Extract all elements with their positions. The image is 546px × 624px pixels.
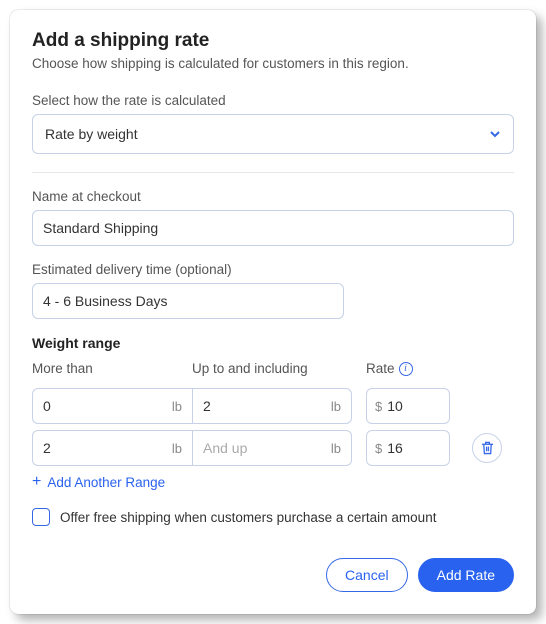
free-shipping-label: Offer free shipping when customers purch… <box>60 510 436 525</box>
range-header: More than Up to and including Rate i <box>32 361 514 382</box>
to-input[interactable] <box>193 431 331 465</box>
modal-footer: Cancel Add Rate <box>32 558 514 592</box>
unit-label: lb <box>172 441 192 456</box>
delete-range-button[interactable] <box>472 433 502 463</box>
from-input[interactable] <box>33 431 172 465</box>
rate-input[interactable] <box>387 389 441 423</box>
rate-field[interactable]: $ <box>366 430 450 466</box>
from-field[interactable]: lb <box>32 430 192 466</box>
name-input[interactable] <box>32 210 514 246</box>
free-shipping-checkbox[interactable] <box>32 508 50 526</box>
eta-input[interactable] <box>32 283 344 319</box>
currency-label: $ <box>375 399 382 414</box>
calc-select[interactable]: Rate by weight <box>32 114 514 154</box>
free-shipping-option[interactable]: Offer free shipping when customers purch… <box>32 508 514 526</box>
rate-field[interactable]: $ <box>366 388 450 424</box>
name-label: Name at checkout <box>32 189 514 204</box>
chevron-down-icon <box>489 128 501 140</box>
cancel-button[interactable]: Cancel <box>326 558 408 592</box>
to-field[interactable]: lb <box>192 430 352 466</box>
more-than-label: More than <box>32 361 192 376</box>
unit-label: lb <box>172 399 192 414</box>
from-field[interactable]: lb <box>32 388 192 424</box>
eta-label: Estimated delivery time (optional) <box>32 262 514 277</box>
up-to-label: Up to and including <box>192 361 366 376</box>
add-rate-button[interactable]: Add Rate <box>418 558 514 592</box>
rate-input[interactable] <box>387 431 441 465</box>
from-input[interactable] <box>33 389 172 423</box>
shipping-rate-modal: Add a shipping rate Choose how shipping … <box>10 10 536 614</box>
plus-icon: + <box>32 474 41 490</box>
trash-icon <box>481 441 494 455</box>
to-field[interactable]: lb <box>192 388 352 424</box>
calc-select-value: Rate by weight <box>45 126 138 142</box>
modal-subtitle: Choose how shipping is calculated for cu… <box>32 56 514 71</box>
weight-range-title: Weight range <box>32 335 514 351</box>
unit-label: lb <box>331 399 351 414</box>
modal-title: Add a shipping rate <box>32 30 514 52</box>
calc-label: Select how the rate is calculated <box>32 93 514 108</box>
currency-label: $ <box>375 441 382 456</box>
info-icon[interactable]: i <box>399 362 413 376</box>
unit-label: lb <box>331 441 351 456</box>
range-row: lb lb $ <box>32 388 514 424</box>
add-range-button[interactable]: + Add Another Range <box>32 474 165 490</box>
rate-label: Rate <box>366 361 395 376</box>
divider <box>32 172 514 173</box>
range-row: lb lb $ <box>32 430 514 466</box>
rate-label-wrap: Rate i <box>366 361 466 376</box>
to-input[interactable] <box>193 389 331 423</box>
add-range-label: Add Another Range <box>47 475 165 490</box>
